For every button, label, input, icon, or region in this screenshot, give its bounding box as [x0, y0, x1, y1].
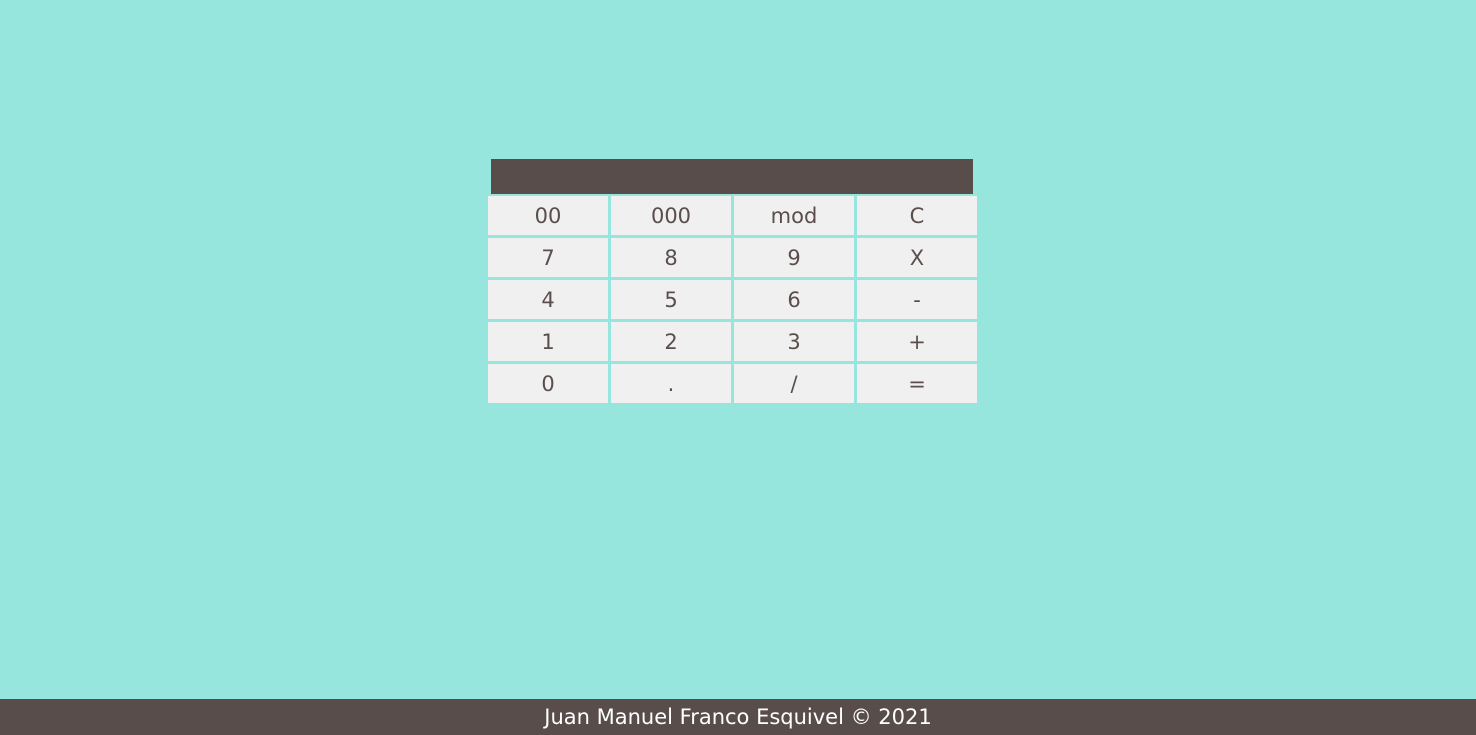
page: 00 000 mod C 7 8 9 X 4 5 6 - 1 2 3 + 0 .…: [0, 0, 1476, 735]
key-divide[interactable]: /: [734, 364, 854, 403]
key-5[interactable]: 5: [611, 280, 731, 319]
key-1[interactable]: 1: [488, 322, 608, 361]
footer-text: Juan Manuel Franco Esquivel © 2021: [544, 705, 932, 729]
key-triple-zero[interactable]: 000: [611, 196, 731, 235]
key-2[interactable]: 2: [611, 322, 731, 361]
key-mod[interactable]: mod: [734, 196, 854, 235]
key-3[interactable]: 3: [734, 322, 854, 361]
calculator-display: [491, 159, 973, 194]
key-decimal[interactable]: .: [611, 364, 731, 403]
key-clear[interactable]: C: [857, 196, 977, 235]
key-multiply[interactable]: X: [857, 238, 977, 277]
key-7[interactable]: 7: [488, 238, 608, 277]
key-9[interactable]: 9: [734, 238, 854, 277]
key-6[interactable]: 6: [734, 280, 854, 319]
footer: Juan Manuel Franco Esquivel © 2021: [0, 699, 1476, 735]
calculator-keypad: 00 000 mod C 7 8 9 X 4 5 6 - 1 2 3 + 0 .…: [488, 196, 977, 403]
key-add[interactable]: +: [857, 322, 977, 361]
key-equals[interactable]: =: [857, 364, 977, 403]
key-0[interactable]: 0: [488, 364, 608, 403]
key-4[interactable]: 4: [488, 280, 608, 319]
key-8[interactable]: 8: [611, 238, 731, 277]
key-subtract[interactable]: -: [857, 280, 977, 319]
key-double-zero[interactable]: 00: [488, 196, 608, 235]
